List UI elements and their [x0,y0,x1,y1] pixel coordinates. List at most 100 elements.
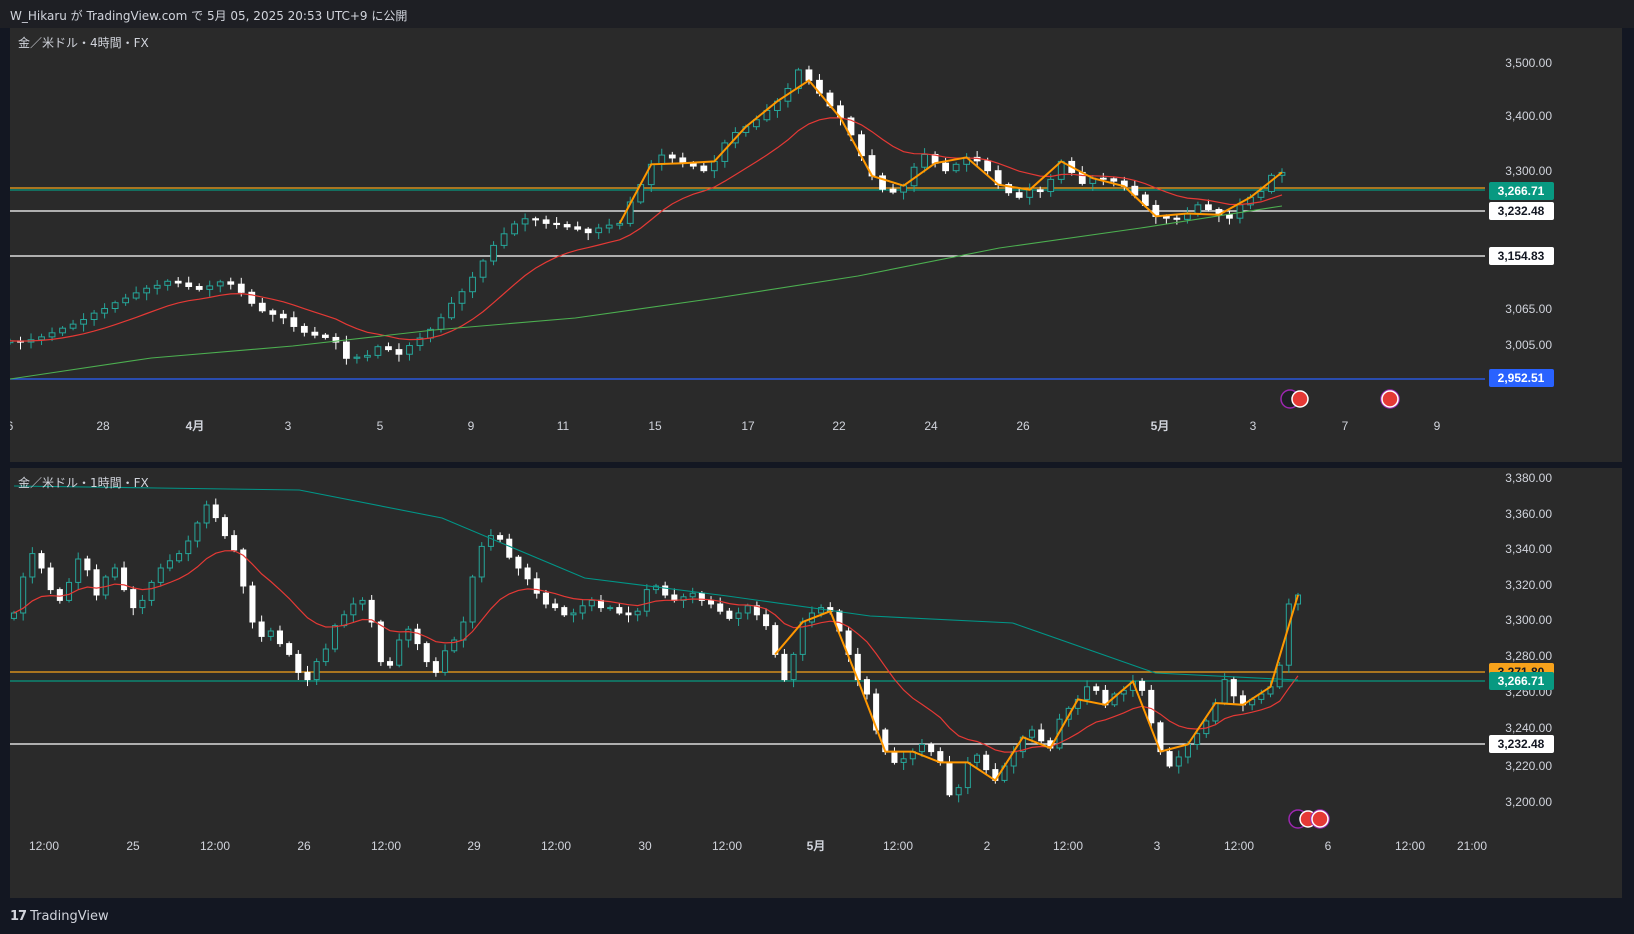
candle-body [111,302,119,309]
candle-body [563,224,571,228]
price-label-text: 3,232.48 [1498,204,1545,218]
y-axis-tick-label: 3,200.00 [1505,795,1552,809]
x-axis-tick-label: 22 [832,419,846,433]
candle-body [121,567,128,591]
candle-body [735,612,742,619]
candle-body [1099,177,1107,180]
y-axis-tick-label: 3,500.00 [1505,56,1552,70]
candle-body [763,614,770,627]
candle-body [341,614,348,627]
candle-body [1194,733,1201,745]
candle-body [212,504,219,519]
candle-body [579,605,586,614]
candle-body [38,553,45,569]
x-axis-tick-label: 6 [1325,839,1332,853]
tradingview-logo[interactable]: 17 TradingView [10,909,109,924]
candle-body [395,349,403,355]
candle-body [1226,214,1233,219]
candle-body [221,517,228,537]
candle-body [385,346,392,351]
x-axis-tick-label: 2 [984,839,991,853]
candle-body [157,567,164,583]
candle-body [331,625,339,650]
candle-body [469,276,476,293]
x-axis-tick-label: 6 [10,419,14,433]
x-axis-tick-label: 30 [638,839,652,853]
candle-body [437,317,445,330]
candle-body [553,222,561,226]
candle-body [1236,204,1244,219]
candle-body [744,605,751,614]
candle-body [1029,729,1036,738]
candle-body [1184,743,1191,758]
symbol-title-1h: 金／米ドル・1時間・FX [18,476,149,490]
x-axis-tick-label: 26 [1016,419,1030,433]
x-axis-tick-label: 12:00 [200,839,230,853]
zigzag-line [774,594,1299,782]
candle-body [295,653,302,673]
symbol-title-4h: 金／米ドル・4時間・FX [18,36,149,50]
candle-body [353,356,361,359]
candle-body [532,218,540,221]
candle-body [597,599,604,609]
chart-canvas-1h[interactable]: 3,380.00 3,360.00 3,340.00 3,320.00 3,300.00… [10,468,1622,898]
candle-body [574,226,582,230]
candle-body [1173,217,1181,220]
x-axis-tick-label: 3 [1250,419,1257,433]
price-label-text: 3,266.71 [1498,184,1545,198]
us-flag-icon [1291,390,1309,408]
candle-body [139,599,146,609]
brand-label: TradingView [30,909,109,924]
candle-body [75,558,82,583]
candle-body [396,639,403,666]
candle-body [1194,204,1202,215]
x-axis-tick-label: 26 [297,839,311,853]
candle-body [185,282,193,287]
candle-body [506,538,513,558]
candle-body [313,661,320,681]
candle-body [942,162,949,172]
x-axis-tick-label: 4月 [186,419,205,433]
x-axis-tick-label: 28 [96,419,110,433]
candle-body [276,630,283,645]
candle-body [891,751,898,763]
x-axis-tick-label: 17 [741,419,755,433]
x-axis-tick-label: 15 [648,419,662,433]
candle-body [1110,178,1118,182]
candle-body [423,643,430,663]
x-axis-tick-label: 7 [1342,419,1349,433]
chart-canvas-4h[interactable]: 3,500.00 3,400.00 3,300.00 3,065.00 3,005.00… [10,28,1622,462]
y-axis-tick-label: 3,340.00 [1505,542,1552,556]
candle-body [863,679,870,695]
x-axis-tick-label: 5 [377,419,384,433]
x-axis-tick-label: 25 [126,839,140,853]
candle-body [689,592,696,598]
candle-body [1036,189,1044,193]
candle-body [726,610,733,619]
candle-body [1026,189,1034,198]
candle-body [269,310,277,315]
chart-panel-1h[interactable]: 3,380.00 3,360.00 3,340.00 3,320.00 3,300.00… [10,468,1622,898]
x-axis-tick-label: 11 [557,419,570,433]
candle-body [1257,191,1265,198]
candle-body [364,354,371,358]
candle-body [921,153,928,168]
y-axis-tick-label: 3,300.00 [1505,164,1552,178]
y-axis-tick-label: 3,005.00 [1505,338,1552,352]
candle-body [47,567,54,591]
zigzag-line [618,79,1283,224]
chart-panel-4h[interactable]: 3,500.00 3,400.00 3,300.00 3,065.00 3,005.00… [10,28,1622,462]
candle-body [368,599,375,623]
tv-logo-icon: 17 [10,909,27,924]
candle-body [984,160,992,172]
candle-body [781,653,788,681]
candle-body [511,223,518,235]
x-axis-tick-label: 9 [468,419,475,433]
candle-body [668,154,676,159]
candle-body [414,628,421,645]
candle-body [790,653,797,681]
price-label-text: 3,232.48 [1498,737,1545,751]
candle-body [973,754,981,763]
x-axis-tick-label: 12:00 [541,839,571,853]
y-axis-tick-label: 3,300.00 [1505,613,1552,627]
